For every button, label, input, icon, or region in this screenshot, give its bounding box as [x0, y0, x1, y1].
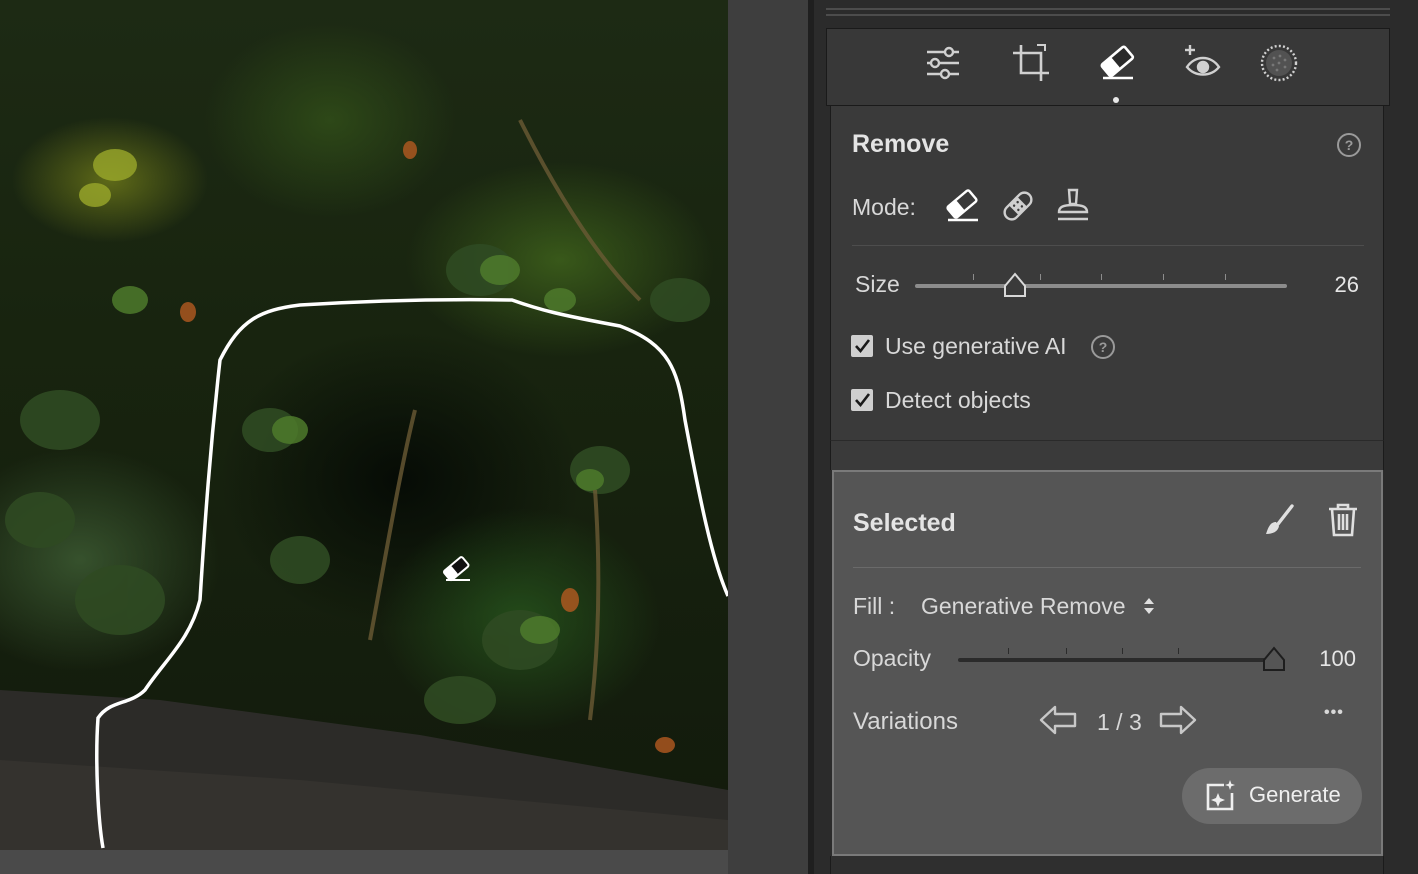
- slider-tick: [1178, 648, 1179, 654]
- use-ai-checkbox[interactable]: [851, 335, 873, 357]
- photo-foliage: [0, 119, 728, 850]
- remove-eraser-icon[interactable]: [1097, 43, 1137, 83]
- mode-label: Mode:: [852, 194, 916, 220]
- generate-sparkle-icon: [1206, 780, 1235, 811]
- opacity-slider-track[interactable]: [958, 658, 1274, 662]
- remove-help-icon[interactable]: ?: [1337, 133, 1361, 157]
- opacity-slider-thumb[interactable]: [1262, 646, 1286, 674]
- remove-section-footer: [830, 440, 1384, 470]
- slider-tick: [1008, 648, 1009, 654]
- opacity-label: Opacity: [853, 645, 931, 671]
- fill-label: Fill :: [853, 593, 896, 619]
- generate-label: Generate: [1249, 782, 1341, 807]
- edit-sliders-icon[interactable]: [923, 43, 963, 83]
- selected-section: Selected Fill : Generative Remove Opacit…: [832, 470, 1383, 856]
- active-tool-indicator: [1113, 97, 1119, 103]
- mode-remove-eraser-icon[interactable]: [942, 186, 982, 226]
- panel-top-bar: [826, 8, 1390, 16]
- variations-label: Variations: [853, 708, 958, 735]
- opacity-slider[interactable]: [958, 646, 1288, 680]
- previous-variation-icon[interactable]: [1039, 704, 1077, 736]
- selected-divider: [853, 567, 1361, 568]
- dropdown-updown-icon: [1144, 598, 1154, 614]
- remove-divider: [852, 245, 1364, 246]
- panel-bottom-edge: [830, 856, 1384, 874]
- slider-tick: [973, 274, 974, 280]
- remove-section: Remove ? Mode: Size 26 Use generative AI…: [830, 106, 1384, 440]
- generate-button[interactable]: Generate: [1182, 768, 1362, 824]
- detect-objects-label[interactable]: Detect objects: [885, 387, 1031, 414]
- eraser-cursor-icon: [443, 556, 470, 582]
- crop-icon[interactable]: [1011, 43, 1051, 83]
- next-variation-icon[interactable]: [1159, 704, 1197, 736]
- masking-icon[interactable]: [1259, 43, 1299, 83]
- detect-objects-checkbox[interactable]: [851, 389, 873, 411]
- tool-strip: [826, 28, 1390, 106]
- fill-dropdown[interactable]: Generative Remove: [921, 591, 1154, 621]
- size-slider-thumb[interactable]: [1003, 272, 1027, 300]
- delete-trash-icon[interactable]: [1326, 502, 1360, 538]
- use-ai-label[interactable]: Use generative AI: [885, 333, 1067, 360]
- slider-tick: [1163, 274, 1164, 280]
- size-slider[interactable]: [915, 272, 1289, 306]
- brush-icon[interactable]: [1262, 502, 1298, 538]
- red-eye-icon[interactable]: [1183, 43, 1223, 83]
- size-label: Size: [855, 271, 900, 297]
- fill-value: Generative Remove: [921, 593, 1126, 619]
- mode-clone-stamp-icon[interactable]: [1053, 186, 1093, 226]
- mode-heal-bandage-icon[interactable]: [998, 186, 1038, 226]
- size-value[interactable]: 26: [1301, 272, 1359, 298]
- edit-panel: Remove ? Mode: Size 26 Use generative AI…: [814, 0, 1418, 874]
- more-options-icon[interactable]: •••: [1324, 704, 1344, 722]
- slider-tick: [1040, 274, 1041, 280]
- slider-tick: [1225, 274, 1226, 280]
- slider-tick: [1122, 648, 1123, 654]
- photo-canvas[interactable]: [0, 0, 728, 850]
- selected-title: Selected: [853, 509, 956, 537]
- variations-counter: 1 / 3: [1097, 709, 1142, 735]
- canvas-bottom-bar: [0, 850, 728, 874]
- panel-gutter: [728, 0, 810, 874]
- remove-title: Remove: [852, 130, 950, 158]
- opacity-value[interactable]: 100: [1296, 646, 1356, 672]
- slider-tick: [1066, 648, 1067, 654]
- size-slider-track[interactable]: [915, 284, 1287, 288]
- use-ai-help-icon[interactable]: ?: [1091, 335, 1115, 359]
- slider-tick: [1101, 274, 1102, 280]
